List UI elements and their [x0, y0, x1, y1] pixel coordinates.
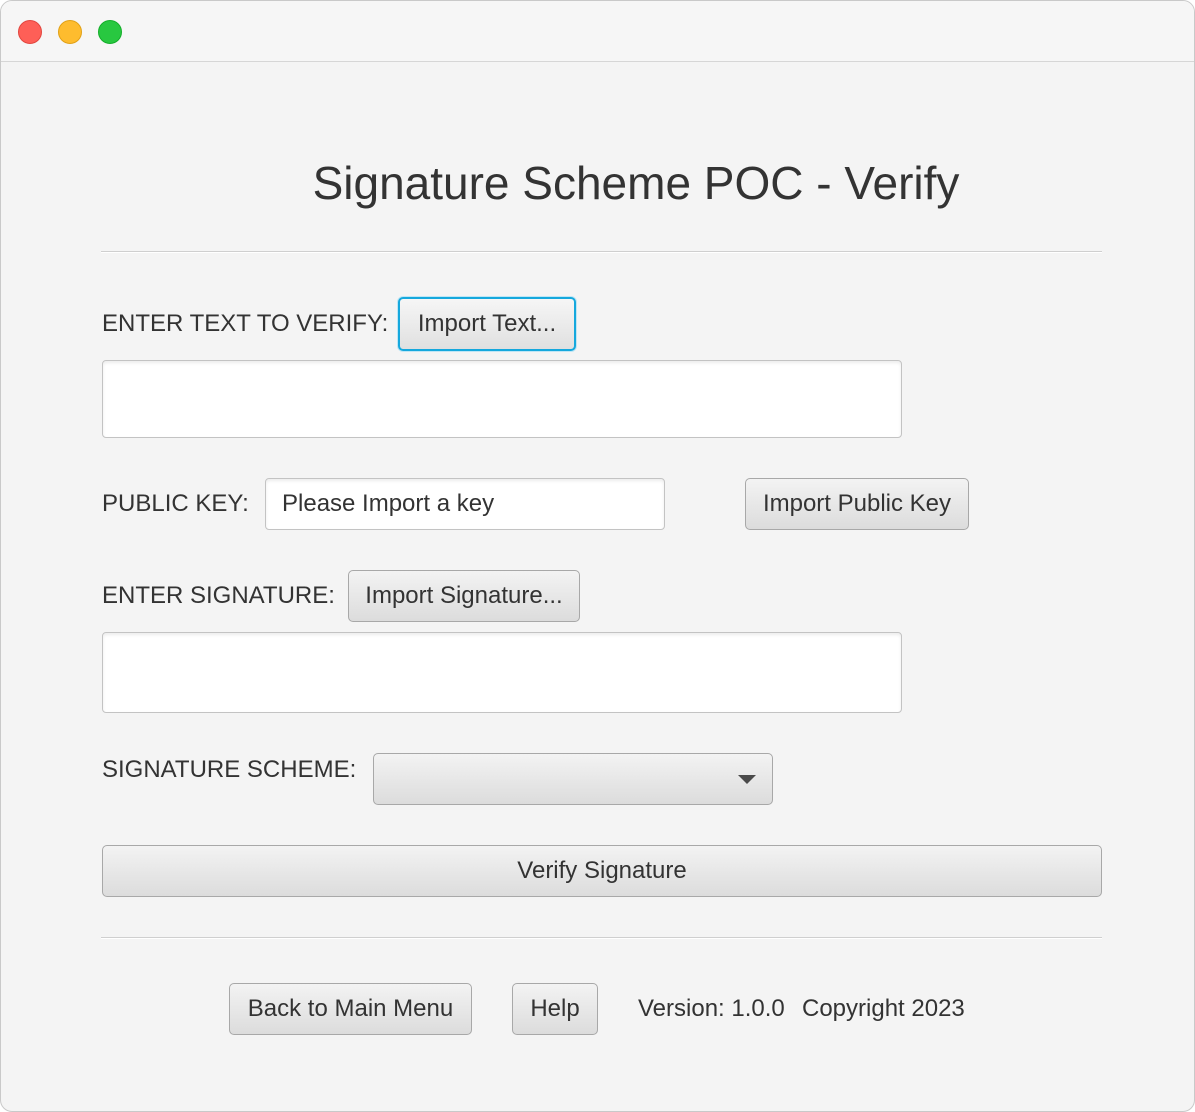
back-to-main-menu-button[interactable]: Back to Main Menu: [229, 983, 472, 1035]
verify-signature-button[interactable]: Verify Signature: [102, 845, 1102, 897]
signature-scheme-dropdown[interactable]: [373, 753, 773, 805]
text-to-verify-label: ENTER TEXT TO VERIFY:: [102, 310, 389, 337]
page-title: Signature Scheme POC - Verify: [312, 157, 960, 209]
import-public-key-button[interactable]: Import Public Key: [745, 478, 969, 530]
zoom-window-button[interactable]: [98, 20, 122, 44]
import-signature-button[interactable]: Import Signature...: [348, 570, 580, 622]
chevron-down-icon: [738, 775, 756, 784]
app-window: Signature Scheme POC - Verify ENTER TEXT…: [0, 0, 1195, 1112]
title-bar[interactable]: [1, 1, 1194, 62]
text-to-verify-input[interactable]: [102, 360, 902, 438]
signature-label: ENTER SIGNATURE:: [102, 582, 335, 609]
minimize-window-button[interactable]: [58, 20, 82, 44]
public-key-label: PUBLIC KEY:: [102, 490, 249, 517]
version-text: Version: 1.0.0: [638, 995, 785, 1022]
copyright-text: Copyright 2023: [802, 995, 965, 1022]
help-button[interactable]: Help: [512, 983, 598, 1035]
close-window-button[interactable]: [18, 20, 42, 44]
public-key-field[interactable]: [265, 478, 665, 530]
signature-input[interactable]: [102, 632, 902, 713]
signature-scheme-label: SIGNATURE SCHEME:: [102, 756, 357, 783]
import-text-button[interactable]: Import Text...: [398, 297, 576, 351]
bottom-divider: [101, 937, 1102, 939]
top-divider: [101, 251, 1102, 253]
